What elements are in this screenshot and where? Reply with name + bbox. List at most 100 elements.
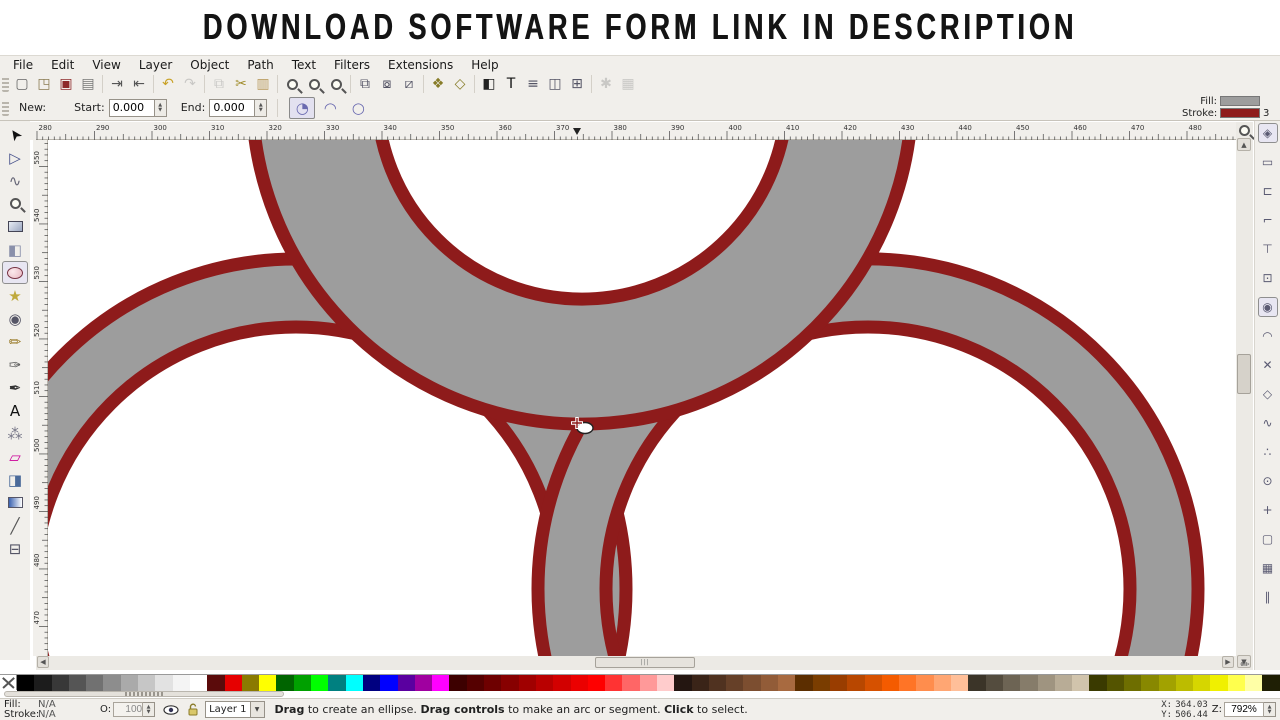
horizontal-scroll-thumb[interactable]: ||| [595, 657, 695, 668]
layer-visibility-toggle[interactable] [163, 704, 179, 716]
palette-swatch-11[interactable] [207, 675, 224, 691]
current-layer-select[interactable]: Layer 1 [205, 701, 250, 718]
snap-bbox-centers-button[interactable]: ⊡ [1258, 268, 1278, 288]
vertical-scrollbar[interactable]: ▲ ▼ [1236, 122, 1253, 670]
palette-swatch-72[interactable] [1262, 675, 1279, 691]
snap-bbox-edge-midpoints-button[interactable]: ⊤ [1258, 239, 1278, 259]
spiral-tool[interactable]: ◉ [2, 307, 28, 330]
palette-swatch-31[interactable] [553, 675, 570, 691]
palette-swatch-17[interactable] [311, 675, 328, 691]
palette-swatch-58[interactable] [1020, 675, 1037, 691]
layers-dialog-button[interactable]: ≡ [522, 74, 544, 94]
palette-swatch-39[interactable] [692, 675, 709, 691]
snap-object-centers-button[interactable]: ⊙ [1258, 471, 1278, 491]
fill-stroke-status[interactable]: Fill:N/A Stroke:N/A [4, 700, 74, 720]
duplicate-button[interactable]: ⧉ [354, 74, 376, 94]
snap-to-paths-button[interactable]: ◠ [1258, 326, 1278, 346]
palette-swatch-27[interactable] [484, 675, 501, 691]
ellipse-tool[interactable] [2, 261, 28, 284]
palette-swatch-49[interactable] [865, 675, 882, 691]
dropper-tool[interactable]: ╱ [2, 514, 28, 537]
layer-dropdown-arrow[interactable]: ▼ [251, 701, 265, 718]
palette-swatch-16[interactable] [294, 675, 311, 691]
palette-swatch-71[interactable] [1245, 675, 1262, 691]
zoom-spinner[interactable]: ▲▼ [1264, 702, 1276, 717]
palette-swatch-65[interactable] [1141, 675, 1158, 691]
zoom-input[interactable] [1224, 702, 1264, 717]
palette-swatch-15[interactable] [276, 675, 293, 691]
stroke-width-value[interactable]: 3 [1263, 108, 1269, 119]
horizontal-scrollbar[interactable]: ◀ ||| ▶ [36, 656, 1236, 670]
text-dialog-button[interactable]: T [500, 74, 522, 94]
tweak-tool[interactable]: ∿ [2, 169, 28, 192]
end-input[interactable] [209, 99, 255, 117]
palette-swatch-43[interactable] [761, 675, 778, 691]
palette-swatch-46[interactable] [813, 675, 830, 691]
palette-swatch-10[interactable] [190, 675, 207, 691]
palette-swatch-18[interactable] [328, 675, 345, 691]
cut-button[interactable]: ✂ [230, 74, 252, 94]
pencil-tool[interactable]: ✏ [2, 330, 28, 353]
snap-path-intersections-button[interactable]: ✕ [1258, 355, 1278, 375]
scroll-left-arrow[interactable]: ◀ [37, 656, 49, 668]
menu-layer[interactable]: Layer [130, 57, 181, 73]
palette-no-color[interactable] [0, 675, 17, 690]
rectangle-tool[interactable] [2, 215, 28, 238]
palette-swatch-68[interactable] [1193, 675, 1210, 691]
create-clone-button[interactable]: ⧇ [376, 74, 398, 94]
zoom-to-drawing-button[interactable] [303, 74, 325, 94]
palette-swatch-47[interactable] [830, 675, 847, 691]
palette-swatch-5[interactable] [103, 675, 120, 691]
palette-swatch-51[interactable] [899, 675, 916, 691]
zoom-to-selection-button[interactable] [281, 74, 303, 94]
text-tool[interactable]: A [2, 399, 28, 422]
palette-swatch-34[interactable] [605, 675, 622, 691]
palette-swatch-69[interactable] [1210, 675, 1227, 691]
palette-swatch-35[interactable] [622, 675, 639, 691]
spray-tool[interactable]: ⁂ [2, 422, 28, 445]
palette-swatch-67[interactable] [1176, 675, 1193, 691]
paint-bucket-tool[interactable]: ◨ [2, 468, 28, 491]
calligraphy-tool[interactable]: ✒ [2, 376, 28, 399]
zoom-corner-button[interactable] [1237, 123, 1252, 138]
palette-swatch-33[interactable] [588, 675, 605, 691]
palette-swatch-23[interactable] [415, 675, 432, 691]
export-image-button[interactable]: ⇤ [128, 74, 150, 94]
palette-swatch-12[interactable] [225, 675, 242, 691]
palette-swatch-20[interactable] [363, 675, 380, 691]
palette-swatch-13[interactable] [242, 675, 259, 691]
layer-lock-toggle[interactable] [187, 703, 199, 716]
palette-swatch-42[interactable] [743, 675, 760, 691]
palette-swatch-38[interactable] [674, 675, 691, 691]
palette-scroll-grip[interactable] [125, 692, 165, 696]
palette-swatch-56[interactable] [986, 675, 1003, 691]
group-objects-button[interactable]: ❖ [427, 74, 449, 94]
palette-swatch-28[interactable] [501, 675, 518, 691]
palette-swatch-7[interactable] [138, 675, 155, 691]
eraser-tool[interactable]: ▱ [2, 445, 28, 468]
xml-editor-button[interactable]: ◫ [544, 74, 566, 94]
vertical-scroll-thumb[interactable] [1237, 354, 1251, 394]
menu-help[interactable]: Help [462, 57, 507, 73]
menu-filters[interactable]: Filters [325, 57, 379, 73]
palette-swatch-24[interactable] [432, 675, 449, 691]
zoom-tool[interactable] [2, 192, 28, 215]
palette-swatch-41[interactable] [726, 675, 743, 691]
menu-view[interactable]: View [83, 57, 129, 73]
drawing-canvas[interactable] [48, 140, 1236, 656]
palette-swatch-62[interactable] [1089, 675, 1106, 691]
palette-swatch-9[interactable] [173, 675, 190, 691]
align-distribute-dialog-button[interactable]: ⊞ [566, 74, 588, 94]
palette-swatch-25[interactable] [449, 675, 466, 691]
palette-swatch-48[interactable] [847, 675, 864, 691]
palette-swatch-40[interactable] [709, 675, 726, 691]
palette-swatch-29[interactable] [519, 675, 536, 691]
scroll-up-arrow[interactable]: ▲ [1237, 138, 1251, 151]
undo-button[interactable]: ↶ [157, 74, 179, 94]
palette-swatch-1[interactable] [34, 675, 51, 691]
palette-swatch-60[interactable] [1055, 675, 1072, 691]
biohazard-ring-top[interactable] [252, 140, 912, 424]
start-input[interactable] [109, 99, 155, 117]
menu-path[interactable]: Path [238, 57, 282, 73]
palette-swatch-66[interactable] [1159, 675, 1176, 691]
